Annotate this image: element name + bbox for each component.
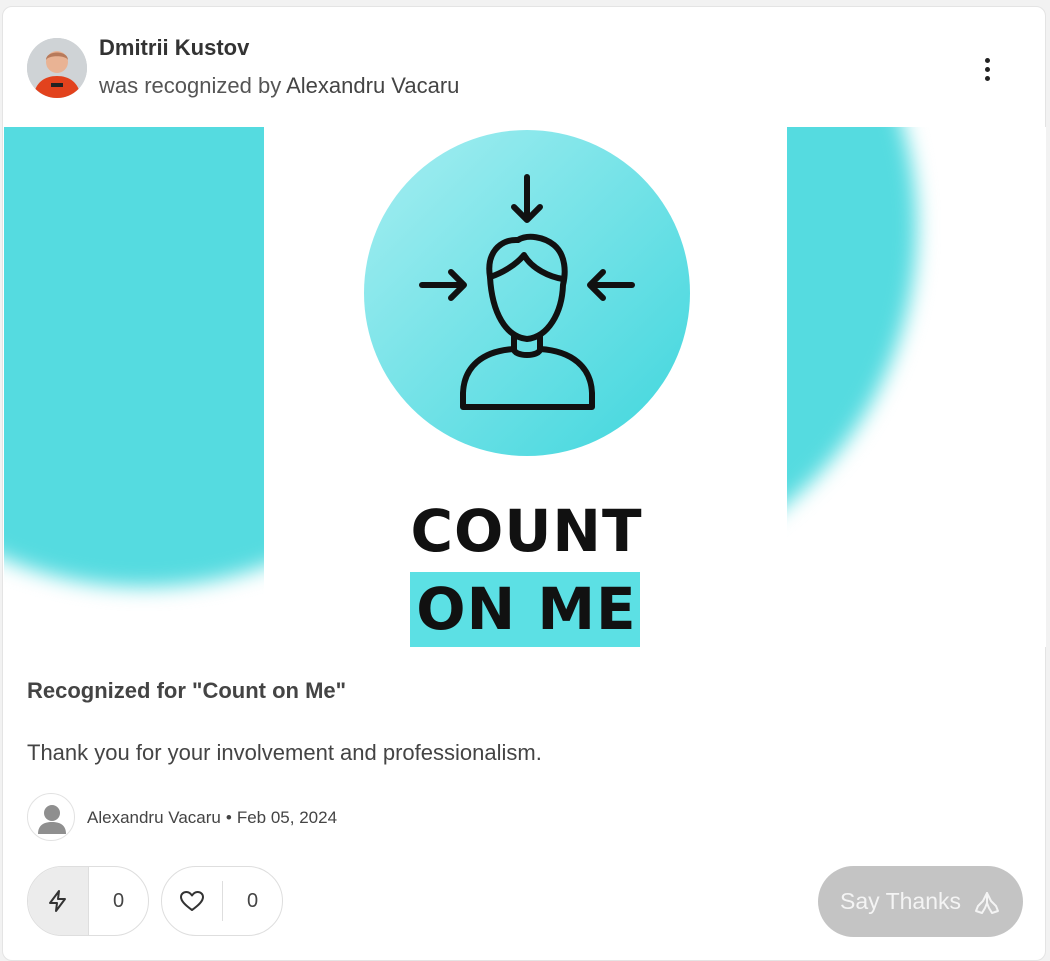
author-avatar[interactable] bbox=[27, 793, 75, 841]
recipient-photo bbox=[27, 38, 87, 98]
user-placeholder-icon bbox=[38, 805, 66, 834]
post-date: Feb 05, 2024 bbox=[236, 808, 338, 827]
praying-hands-icon bbox=[975, 891, 1000, 914]
more-options-button[interactable] bbox=[969, 51, 1005, 87]
more-vertical-icon-dot bbox=[984, 75, 990, 81]
heart-reaction: 0 bbox=[161, 866, 283, 936]
author-meta: Alexandru Vacaru • Feb 05, 2024 bbox=[87, 808, 337, 828]
recognition-subtitle: was recognized by Alexandru Vacaru bbox=[99, 73, 459, 99]
zap-icon bbox=[49, 890, 66, 912]
recognizer-name[interactable]: Alexandru Vacaru bbox=[286, 73, 459, 98]
recognized-for-heading: Recognized for "Count on Me" bbox=[27, 678, 347, 703]
badge-title-line1: COUNT bbox=[410, 497, 643, 565]
banner-blur-left bbox=[4, 127, 264, 647]
zap-button[interactable] bbox=[28, 867, 88, 935]
heart-count[interactable]: 0 bbox=[223, 867, 282, 935]
recognition-card: Dmitrii Kustov was recognized by Alexand… bbox=[2, 6, 1046, 961]
say-thanks-button[interactable]: Say Thanks bbox=[818, 866, 1023, 937]
zap-count[interactable]: 0 bbox=[89, 867, 148, 935]
more-vertical-icon-dot bbox=[984, 66, 990, 72]
recognized-by-text: was recognized by bbox=[99, 73, 282, 98]
say-thanks-label: Say Thanks bbox=[839, 888, 962, 914]
meta-separator: • bbox=[225, 808, 232, 827]
badge-title-line2: ON ME bbox=[416, 575, 637, 643]
recognition-message: Thank you for your involvement and profe… bbox=[27, 740, 542, 765]
like-button[interactable] bbox=[162, 867, 222, 935]
zap-reaction: 0 bbox=[27, 866, 149, 936]
recipient-avatar[interactable] bbox=[27, 38, 87, 98]
author-name[interactable]: Alexandru Vacaru bbox=[87, 808, 221, 827]
more-vertical-icon bbox=[984, 57, 990, 63]
badge-image: COUNT ON ME bbox=[266, 127, 787, 647]
banner-blur-right bbox=[787, 127, 1046, 647]
badge-banner: COUNT ON ME bbox=[4, 127, 1046, 647]
heart-icon bbox=[180, 891, 204, 911]
person-focus-icon bbox=[364, 130, 690, 456]
recipient-name[interactable]: Dmitrii Kustov bbox=[99, 35, 249, 61]
